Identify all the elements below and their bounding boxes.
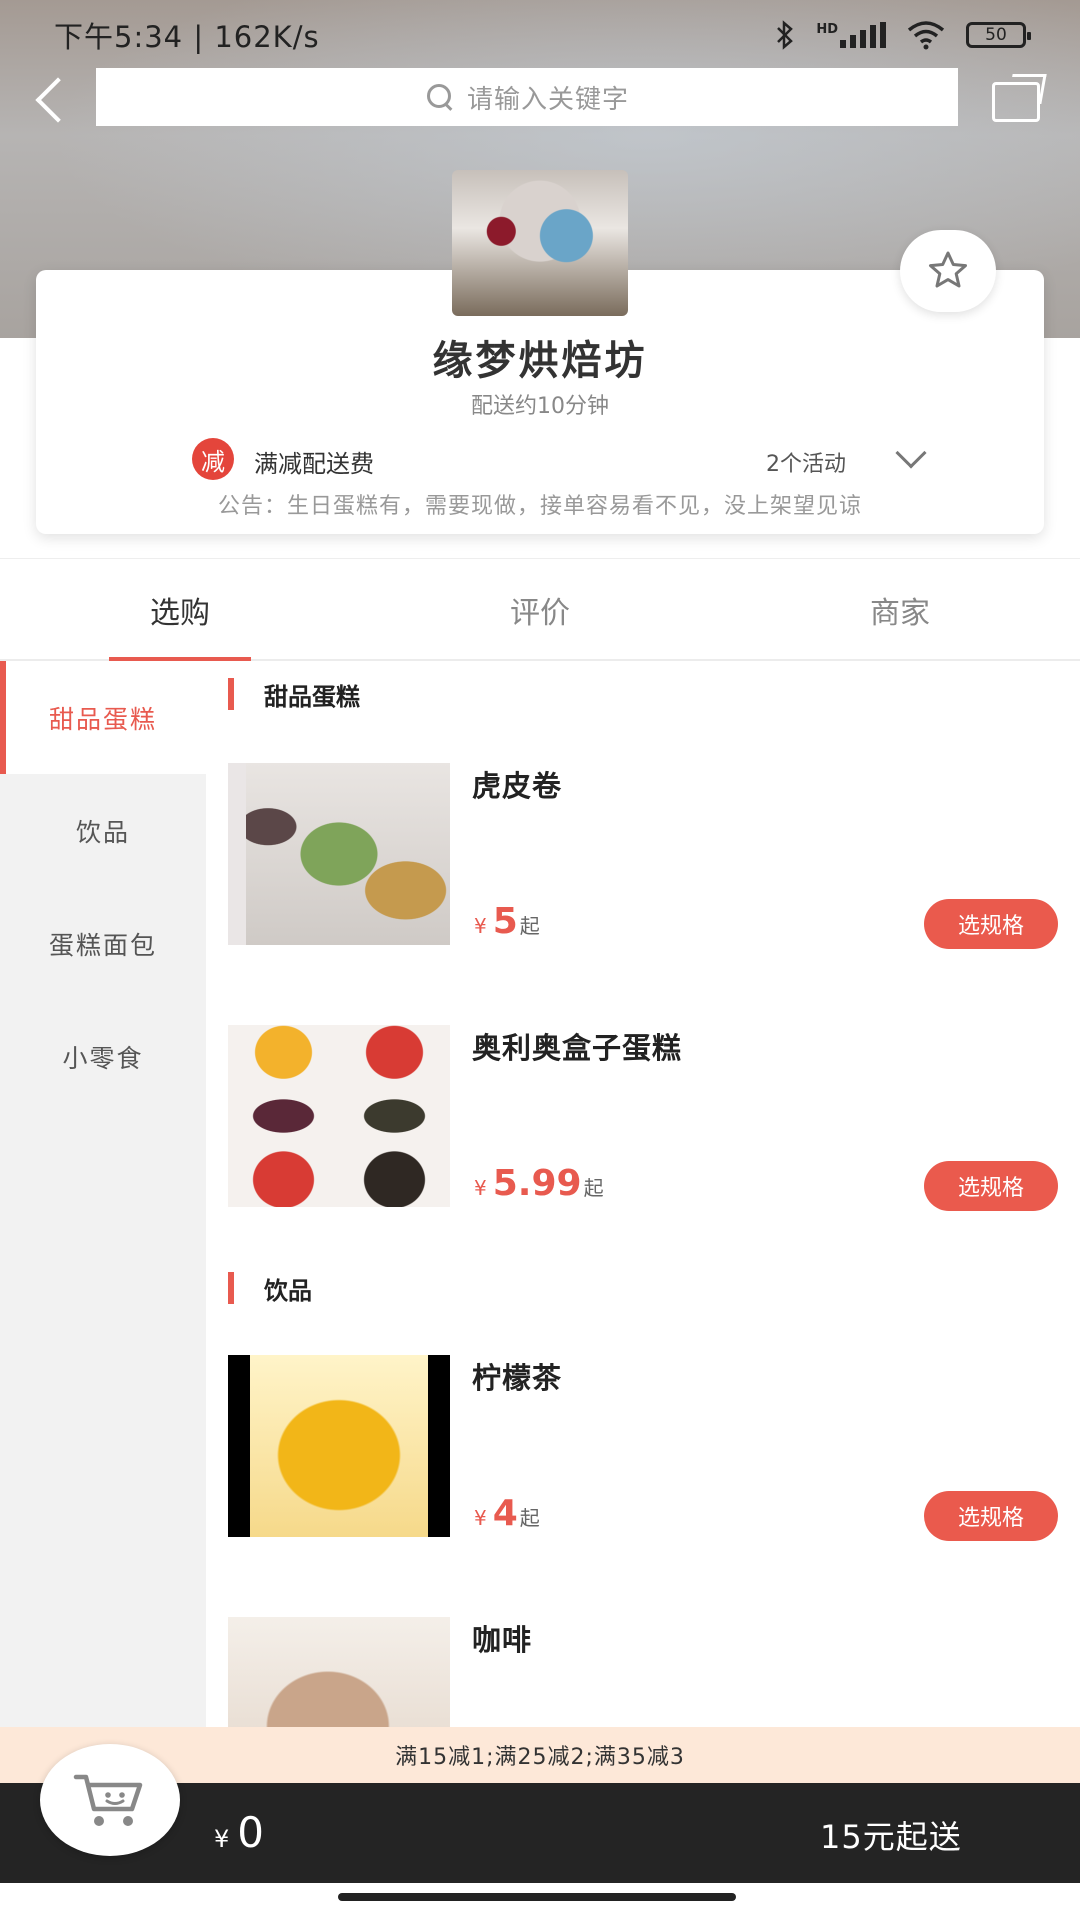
minimum-order: 15元起送 <box>820 1818 962 1856</box>
battery-icon: 50 <box>966 22 1031 48</box>
favorite-button[interactable] <box>900 230 996 312</box>
delivery-time: 配送约10分钟 <box>471 394 609 419</box>
shop-logo <box>452 170 628 316</box>
promotion-text: 满减配送费 <box>254 450 374 478</box>
category-bread[interactable]: 蛋糕面包 <box>0 887 206 1000</box>
section-title: 饮品 <box>264 1276 312 1305</box>
share-button[interactable] <box>990 72 1048 124</box>
star-icon <box>929 251 967 288</box>
price-suffix: 起 <box>519 1506 540 1530</box>
category-snacks[interactable]: 小零食 <box>0 1000 206 1113</box>
product-price: ¥ 4 起 <box>474 1493 540 1534</box>
currency-symbol: ¥ <box>474 1176 487 1200</box>
category-desserts[interactable]: 甜品蛋糕 <box>0 661 206 774</box>
price-value: 5.99 <box>492 1163 582 1204</box>
status-time: 下午5:34 | 162K/s <box>54 20 320 54</box>
search-icon <box>425 82 455 112</box>
tab-reviews[interactable]: 评价 <box>360 559 720 660</box>
home-indicator[interactable] <box>338 1893 736 1901</box>
select-spec-button[interactable]: 选规格 <box>924 899 1058 949</box>
section-title: 甜品蛋糕 <box>264 682 360 711</box>
product-item[interactable]: 柠檬茶 ¥ 4 起 选规格 <box>228 1355 1078 1541</box>
product-name: 咖啡 <box>472 1623 533 1657</box>
currency-symbol: ¥ <box>474 914 487 938</box>
price-value: 4 <box>492 1493 518 1534</box>
product-price: ¥ 5.99 起 <box>474 1163 604 1204</box>
section-marker <box>228 678 234 710</box>
cart-total: ¥ 0 <box>214 1808 264 1857</box>
shopping-cart-icon <box>73 1774 143 1826</box>
total-amount: 0 <box>237 1808 265 1857</box>
product-image[interactable] <box>228 1355 450 1537</box>
status-icons: HD 50 <box>774 20 1031 50</box>
product-list: 甜品蛋糕 虎皮卷 ¥ 5 起 选规格 奥利奥盒子蛋糕 ¥ 5.99 起 选规格 … <box>206 661 1080 1727</box>
tab-merchant[interactable]: 商家 <box>720 559 1080 660</box>
product-item[interactable]: 咖啡 <box>228 1617 1078 1727</box>
top-bar: 请输入关键字 <box>0 68 1080 128</box>
promotion-row[interactable]: 减 满减配送费 2个活动 <box>192 437 932 480</box>
product-price: ¥ 5 起 <box>474 901 540 942</box>
product-name: 奥利奥盒子蛋糕 <box>472 1031 683 1065</box>
tab-shopping[interactable]: 选购 <box>0 559 360 660</box>
product-name: 虎皮卷 <box>472 769 563 803</box>
signal-icon: HD <box>816 22 886 48</box>
hd-label: HD <box>816 22 838 37</box>
search-input[interactable]: 请输入关键字 <box>96 68 958 126</box>
price-suffix: 起 <box>519 914 540 938</box>
product-image[interactable] <box>228 1025 450 1207</box>
category-drinks[interactable]: 饮品 <box>0 774 206 887</box>
discount-badge: 减 <box>192 438 234 480</box>
search-placeholder: 请输入关键字 <box>466 84 629 115</box>
currency-symbol: ¥ <box>474 1506 487 1530</box>
back-button[interactable] <box>28 72 78 124</box>
wifi-icon <box>907 21 945 50</box>
product-image[interactable] <box>228 763 450 945</box>
select-spec-button[interactable]: 选规格 <box>924 1491 1058 1541</box>
bluetooth-icon <box>777 20 794 50</box>
currency-symbol: ¥ <box>214 1825 230 1853</box>
price-value: 5 <box>492 901 518 942</box>
section-header: 饮品 <box>228 1271 312 1305</box>
chevron-down-icon[interactable] <box>895 437 927 469</box>
section-header: 甜品蛋糕 <box>228 677 360 711</box>
tab-bar: 选购 评价 商家 <box>0 558 1080 662</box>
section-marker <box>228 1272 234 1304</box>
product-image[interactable] <box>228 1617 450 1727</box>
product-item[interactable]: 虎皮卷 ¥ 5 起 选规格 <box>228 763 1078 949</box>
cart-button[interactable] <box>40 1744 180 1856</box>
activity-count: 2个活动 <box>766 452 846 477</box>
category-sidebar: 甜品蛋糕 饮品 蛋糕面包 小零食 <box>0 661 206 1727</box>
battery-level: 50 <box>985 25 1007 45</box>
product-item[interactable]: 奥利奥盒子蛋糕 ¥ 5.99 起 选规格 <box>228 1025 1078 1211</box>
shop-notice: 公告：生日蛋糕有，需要现做，接单容易看不见，没上架望见谅 <box>217 494 862 519</box>
shop-name: 缘梦烘焙坊 <box>432 338 648 384</box>
product-name: 柠檬茶 <box>472 1361 563 1395</box>
price-suffix: 起 <box>583 1176 604 1200</box>
select-spec-button[interactable]: 选规格 <box>924 1161 1058 1211</box>
status-bar: 下午5:34 | 162K/s HD 50 <box>0 0 1080 70</box>
